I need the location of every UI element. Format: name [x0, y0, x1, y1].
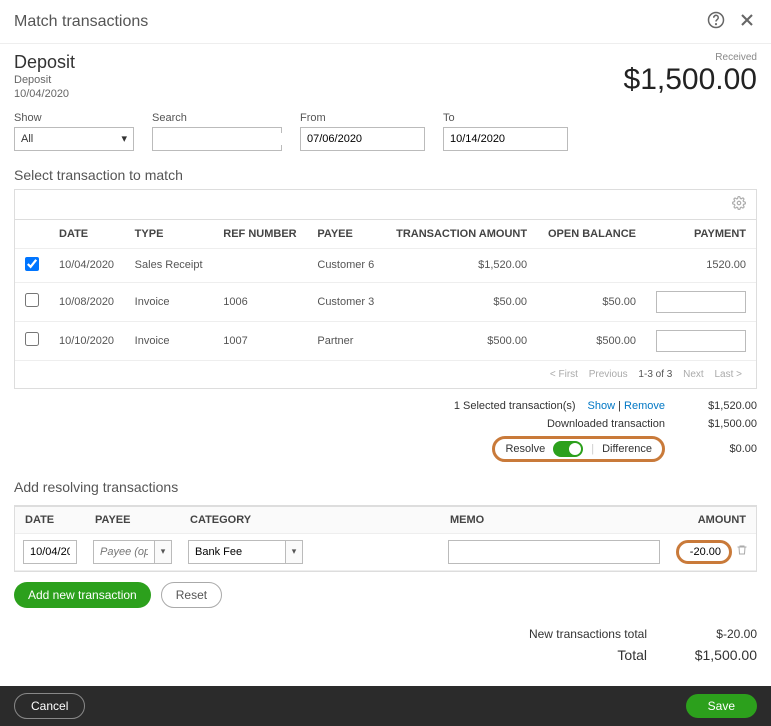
show-dropdown[interactable]: All ▾ [14, 127, 134, 151]
total-label: Total [617, 647, 647, 663]
cell-type: Sales Receipt [125, 248, 214, 282]
cell-open: $50.00 [537, 282, 646, 321]
resolve-label: Resolve [505, 443, 545, 455]
difference-label: Difference [602, 443, 652, 455]
col-tamount: TRANSACTION AMOUNT [385, 219, 537, 248]
row-checkbox[interactable] [25, 257, 39, 271]
payee-dropdown-icon[interactable]: ▾ [154, 540, 172, 564]
transaction-date: 10/04/2020 [14, 87, 75, 101]
col-ref: REF NUMBER [213, 219, 307, 248]
table-row: 10/10/2020 Invoice 1007 Partner $500.00 … [15, 321, 756, 360]
cell-tamount: $500.00 [385, 321, 537, 360]
link-separator: | [615, 400, 624, 412]
rcol-category: CATEGORY [180, 506, 440, 533]
received-amount: $1,500.00 [624, 63, 757, 97]
rcol-amount: AMOUNT [668, 506, 756, 533]
selected-count-label: 1 Selected transaction(s) [454, 400, 576, 412]
transactions-table: DATE TYPE REF NUMBER PAYEE TRANSACTION A… [15, 219, 756, 361]
col-date: DATE [49, 219, 125, 248]
resolving-row: ▾ ▾ [15, 533, 756, 570]
resolve-amount-input[interactable] [676, 540, 732, 564]
page-last[interactable]: Last > [714, 369, 742, 380]
cell-ref [213, 248, 307, 282]
close-icon[interactable] [737, 10, 757, 33]
received-label: Received [624, 52, 757, 63]
search-label: Search [152, 112, 282, 124]
cell-payee: Customer 3 [307, 282, 384, 321]
row-checkbox[interactable] [25, 332, 39, 346]
resolve-payee-input[interactable] [93, 540, 154, 564]
resolve-category-input[interactable] [188, 540, 285, 564]
col-type: TYPE [125, 219, 214, 248]
match-section-title: Select transaction to match [0, 161, 771, 189]
col-open: OPEN BALANCE [537, 219, 646, 248]
selected-total: $1,520.00 [677, 400, 757, 412]
payment-value: 1520.00 [706, 259, 746, 271]
rcol-payee: PAYEE [85, 506, 180, 533]
cell-open: $500.00 [537, 321, 646, 360]
help-icon[interactable] [707, 11, 725, 32]
cell-type: Invoice [125, 282, 214, 321]
cell-type: Invoice [125, 321, 214, 360]
add-transaction-button[interactable]: Add new transaction [14, 582, 151, 608]
show-label: Show [14, 112, 134, 124]
downloaded-label: Downloaded transaction [547, 418, 665, 430]
trash-icon[interactable] [736, 544, 748, 559]
rcol-date: DATE [15, 506, 85, 533]
category-dropdown-icon[interactable]: ▾ [285, 540, 303, 564]
page-first[interactable]: < First [550, 369, 578, 380]
col-payee: PAYEE [307, 219, 384, 248]
reset-button[interactable]: Reset [161, 582, 222, 608]
to-label: To [443, 112, 568, 124]
page-range: 1-3 of 3 [638, 369, 672, 380]
resolve-difference-group: Resolve | Difference [492, 436, 665, 462]
transaction-subtype: Deposit [14, 73, 75, 87]
resolving-section-title: Add resolving transactions [0, 473, 771, 501]
cell-date: 10/10/2020 [49, 321, 125, 360]
search-input[interactable] [153, 133, 307, 145]
gear-icon[interactable] [732, 199, 746, 213]
cell-payee: Customer 6 [307, 248, 384, 282]
page-prev[interactable]: Previous [589, 369, 628, 380]
transaction-type-title: Deposit [14, 52, 75, 73]
save-button[interactable]: Save [686, 694, 757, 718]
chevron-down-icon: ▾ [121, 132, 127, 145]
cancel-button[interactable]: Cancel [14, 693, 85, 719]
page-title: Match transactions [14, 13, 148, 31]
cell-payee: Partner [307, 321, 384, 360]
col-payment: PAYMENT [646, 219, 756, 248]
col-check [15, 219, 49, 248]
downloaded-value: $1,500.00 [677, 418, 757, 430]
table-row: 10/04/2020 Sales Receipt Customer 6 $1,5… [15, 248, 756, 282]
show-value: All [21, 133, 33, 145]
resolve-date-input[interactable] [23, 540, 77, 564]
new-total-value: $-20.00 [667, 627, 757, 641]
rcol-memo: MEMO [440, 506, 668, 533]
cell-tamount: $50.00 [385, 282, 537, 321]
from-label: From [300, 112, 425, 124]
cell-open [537, 248, 646, 282]
difference-value: $0.00 [677, 443, 757, 455]
resolve-toggle[interactable] [553, 441, 583, 457]
row-checkbox[interactable] [25, 293, 39, 307]
cell-ref: 1007 [213, 321, 307, 360]
cell-tamount: $1,520.00 [385, 248, 537, 282]
new-total-label: New transactions total [529, 627, 647, 641]
payment-input[interactable] [656, 330, 746, 352]
cell-date: 10/04/2020 [49, 248, 125, 282]
to-date-input[interactable] [443, 127, 568, 151]
cell-ref: 1006 [213, 282, 307, 321]
payment-input[interactable] [656, 291, 746, 313]
resolve-memo-input[interactable] [448, 540, 660, 564]
page-next[interactable]: Next [683, 369, 704, 380]
cell-date: 10/08/2020 [49, 282, 125, 321]
table-row: 10/08/2020 Invoice 1006 Customer 3 $50.0… [15, 282, 756, 321]
pagination: < First Previous 1-3 of 3 Next Last > [15, 361, 756, 388]
show-link[interactable]: Show [588, 400, 616, 412]
divider: | [591, 443, 594, 455]
total-value: $1,500.00 [667, 647, 757, 663]
from-date-input[interactable] [300, 127, 425, 151]
remove-link[interactable]: Remove [624, 400, 665, 412]
